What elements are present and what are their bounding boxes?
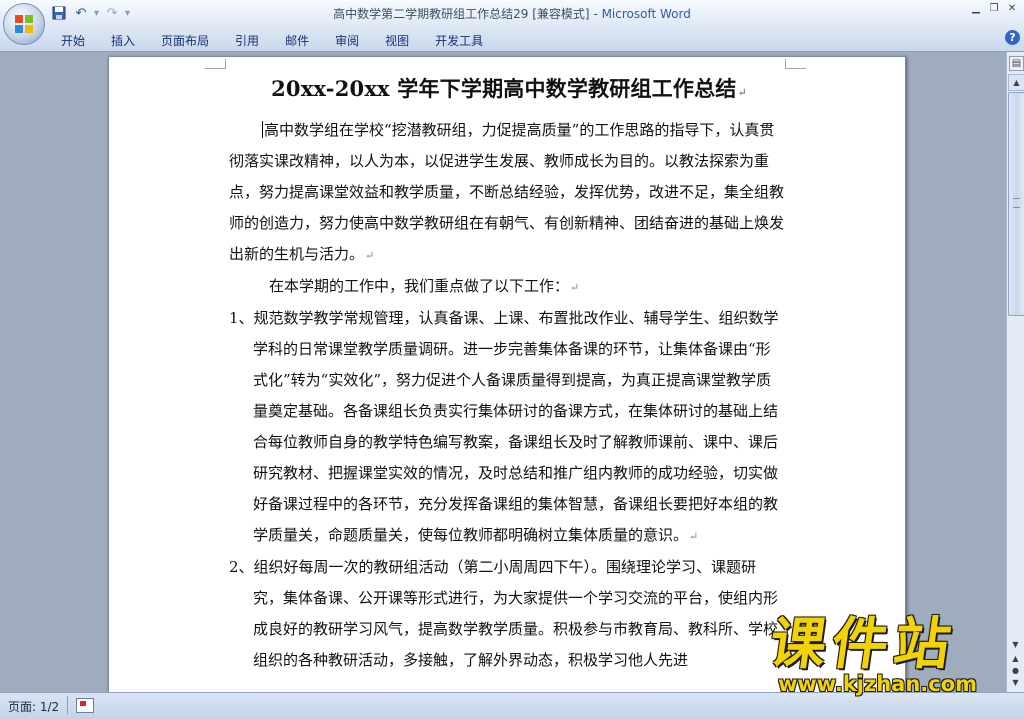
paragraph-mark-icon: ↵ bbox=[365, 249, 375, 262]
text-cursor bbox=[262, 121, 263, 138]
watermark-brand: 课件站 bbox=[765, 612, 961, 677]
ribbon-tabs: 开始 插入 页面布局 引用 邮件 审阅 视图 开发工具 bbox=[48, 29, 496, 52]
view-ruler-icon[interactable]: ▤ bbox=[1009, 56, 1024, 71]
document-page[interactable]: 20xx-20xx 学年下学期高中数学教研组工作总结↵ 高中数学组在学校“挖潜教… bbox=[108, 56, 906, 692]
watermark-logo: 课件站 www.kjzhan.com bbox=[766, 612, 1006, 696]
document-area: 20xx-20xx 学年下学期高中数学教研组工作总结↵ 高中数学组在学校“挖潜教… bbox=[0, 52, 1006, 692]
window-title-doc: 高中数学第二学期教研组工作总结29 [兼容模式] bbox=[333, 7, 590, 21]
office-button[interactable] bbox=[3, 3, 45, 45]
intro-paragraph: 高中数学组在学校“挖潜教研组，力促提高质量”的工作思路的指导下，认真贯彻落实课改… bbox=[229, 115, 785, 271]
status-divider bbox=[67, 696, 68, 714]
list-item: 2、组织好每周一次的教研组活动（第二小周周四下午）。围绕理论学习、课题研究，集体… bbox=[229, 552, 785, 676]
previous-page-icon[interactable]: ▲ bbox=[1009, 654, 1022, 666]
tab-developer[interactable]: 开发工具 bbox=[422, 29, 496, 52]
intro-text: 高中数学组在学校“挖潜教研组，力促提高质量”的工作思路的指导下，认真贯彻落实课改… bbox=[229, 121, 785, 263]
tab-insert[interactable]: 插入 bbox=[98, 29, 148, 52]
title-bar: ↶ ▾ ↷ ▾ 高中数学第二学期教研组工作总结29 [兼容模式] - Micro… bbox=[0, 0, 1024, 26]
next-page-icon[interactable]: ▼ bbox=[1009, 678, 1022, 690]
ribbon-tab-bar: 开始 插入 页面布局 引用 邮件 审阅 视图 开发工具 ? bbox=[0, 26, 1024, 52]
crop-mark-left bbox=[205, 59, 226, 69]
paragraph-mark-icon: ↵ bbox=[737, 86, 747, 99]
scroll-down-icon[interactable]: ▼ bbox=[1008, 640, 1023, 652]
tab-review[interactable]: 审阅 bbox=[322, 29, 372, 52]
window-title: 高中数学第二学期教研组工作总结29 [兼容模式] - Microsoft Wor… bbox=[0, 5, 1024, 22]
lead-paragraph: 在本学期的工作中，我们重点做了以下工作：↵ bbox=[229, 271, 785, 303]
scroll-thumb[interactable] bbox=[1008, 92, 1024, 316]
list-item-text: 1、规范数学教学常规管理，认真备课、上课、布置批改作业、辅导学生、组织数学学科的… bbox=[229, 309, 779, 544]
proofing-status-icon[interactable] bbox=[76, 698, 94, 713]
paragraph-mark-icon: ↵ bbox=[689, 530, 699, 543]
list-item-text: 2、组织好每周一次的教研组活动（第二小周周四下午）。围绕理论学习、课题研究，集体… bbox=[229, 558, 779, 669]
tab-home[interactable]: 开始 bbox=[48, 29, 98, 52]
window-title-app: Microsoft Word bbox=[601, 7, 691, 21]
scroll-up-icon[interactable]: ▲ bbox=[1008, 74, 1024, 91]
tab-mailings[interactable]: 邮件 bbox=[272, 29, 322, 52]
restore-icon[interactable]: ❐ bbox=[986, 2, 1002, 16]
help-icon[interactable]: ? bbox=[1005, 30, 1020, 45]
crop-mark-right bbox=[785, 59, 806, 69]
status-bar: 页面: 1/2 bbox=[0, 692, 1024, 719]
document-title: 20xx-20xx 学年下学期高中数学教研组工作总结↵ bbox=[221, 73, 797, 109]
tab-page-layout[interactable]: 页面布局 bbox=[148, 29, 222, 52]
vertical-scrollbar[interactable]: ▤ ▲ ▼ ▲ ● ▼ bbox=[1006, 52, 1024, 692]
select-browse-object-icon[interactable]: ● bbox=[1009, 666, 1022, 678]
tab-view[interactable]: 视图 bbox=[372, 29, 422, 52]
page-indicator[interactable]: 页面: 1/2 bbox=[8, 698, 59, 715]
document-body[interactable]: 20xx-20xx 学年下学期高中数学教研组工作总结↵ 高中数学组在学校“挖潜教… bbox=[229, 73, 785, 676]
window-controls: ▁ ❐ ✕ bbox=[968, 2, 1020, 16]
list-item: 1、规范数学教学常规管理，认真备课、上课、布置批改作业、辅导学生、组织数学学科的… bbox=[229, 303, 785, 552]
document-title-text: 20xx-20xx 学年下学期高中数学教研组工作总结 bbox=[271, 76, 737, 101]
office-logo-icon bbox=[15, 15, 33, 33]
close-icon[interactable]: ✕ bbox=[1004, 2, 1020, 16]
minimize-icon[interactable]: ▁ bbox=[968, 2, 984, 16]
scroll-grip-icon bbox=[1013, 198, 1020, 208]
window-title-sep: - bbox=[589, 7, 602, 21]
lead-text: 在本学期的工作中，我们重点做了以下工作： bbox=[269, 277, 570, 295]
paragraph-mark-icon: ↵ bbox=[570, 281, 580, 294]
tab-references[interactable]: 引用 bbox=[222, 29, 272, 52]
